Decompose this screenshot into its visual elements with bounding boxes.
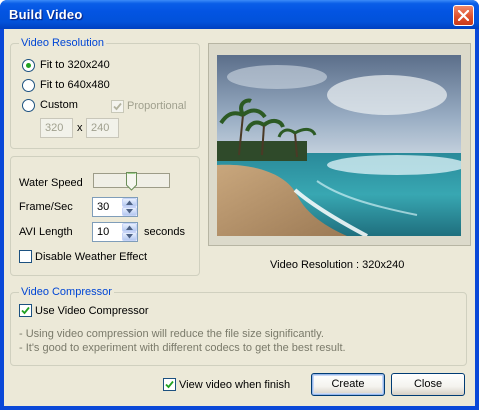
frame-sec-value: 30 xyxy=(97,201,110,213)
avi-length-unit: seconds xyxy=(144,226,185,238)
radio-fit-320-label[interactable]: Fit to 320x240 xyxy=(40,59,110,72)
use-compressor-checkbox[interactable] xyxy=(19,304,32,317)
use-compressor-label[interactable]: Use Video Compressor xyxy=(35,305,149,318)
frame-sec-down-button[interactable] xyxy=(122,207,137,216)
preview-image xyxy=(217,55,461,236)
view-when-finish-label[interactable]: View video when finish xyxy=(179,379,290,392)
radio-custom[interactable] xyxy=(22,99,35,112)
dimension-separator: x xyxy=(77,122,83,134)
video-settings-group: Water Speed Frame/Sec 30 AVI Length 10 s… xyxy=(10,156,200,276)
arrow-down-icon xyxy=(126,234,133,239)
avi-length-up-button[interactable] xyxy=(122,223,137,232)
frame-sec-label: Frame/Sec xyxy=(19,201,73,213)
checkmark-icon xyxy=(165,380,174,389)
video-compressor-title: Video Compressor xyxy=(19,286,114,299)
video-compressor-group: Video Compressor Use Video Compressor - … xyxy=(10,286,467,366)
disable-weather-label[interactable]: Disable Weather Effect xyxy=(35,251,147,264)
avi-length-value: 10 xyxy=(97,226,110,238)
compressor-help-line-2: - It's good to experiment with different… xyxy=(19,342,346,354)
checkmark-icon xyxy=(113,102,122,111)
frame-sec-spinner[interactable] xyxy=(122,198,137,216)
build-video-window: Build Video Video Resolution Fit to 320x… xyxy=(0,0,479,410)
beach-preview-image xyxy=(217,55,461,236)
preview-resolution-caption: Video Resolution : 320x240 xyxy=(270,259,405,271)
arrow-up-icon xyxy=(126,200,133,205)
frame-sec-up-button[interactable] xyxy=(122,198,137,207)
window-title: Build Video xyxy=(9,7,83,22)
dialog-client-area: Video Resolution Fit to 320x240 Fit to 6… xyxy=(4,29,475,406)
radio-fit-640-label[interactable]: Fit to 640x480 xyxy=(40,79,110,92)
custom-width-input[interactable]: 320 xyxy=(40,118,73,138)
disable-weather-checkbox[interactable] xyxy=(19,250,32,263)
close-button[interactable]: Close xyxy=(391,373,465,396)
arrow-down-icon xyxy=(126,209,133,214)
title-bar[interactable]: Build Video xyxy=(0,0,479,29)
water-speed-label: Water Speed xyxy=(19,177,83,189)
proportional-checkbox[interactable] xyxy=(111,100,124,113)
close-icon xyxy=(458,10,469,21)
view-when-finish-checkbox[interactable] xyxy=(163,378,176,391)
radio-custom-label[interactable]: Custom xyxy=(40,99,78,112)
create-button[interactable]: Create xyxy=(311,373,385,396)
proportional-label: Proportional xyxy=(127,100,187,112)
video-resolution-group: Video Resolution Fit to 320x240 Fit to 6… xyxy=(10,37,200,149)
radio-fit-640[interactable] xyxy=(22,79,35,92)
avi-length-spinner[interactable] xyxy=(122,223,137,241)
checkmark-icon xyxy=(21,306,30,315)
arrow-up-icon xyxy=(126,225,133,230)
water-speed-slider[interactable] xyxy=(93,172,170,191)
avi-length-label: AVI Length xyxy=(19,226,73,238)
video-resolution-title: Video Resolution xyxy=(19,37,106,50)
water-speed-slider-thumb[interactable] xyxy=(126,172,137,191)
compressor-help-line-1: - Using video compression will reduce th… xyxy=(19,328,324,340)
avi-length-down-button[interactable] xyxy=(122,232,137,241)
avi-length-input[interactable]: 10 xyxy=(92,222,138,242)
frame-sec-input[interactable]: 30 xyxy=(92,197,138,217)
window-close-button[interactable] xyxy=(453,5,474,26)
slider-thumb-icon xyxy=(126,172,137,191)
preview-frame xyxy=(208,43,471,246)
custom-height-input[interactable]: 240 xyxy=(86,118,119,138)
radio-fit-320[interactable] xyxy=(22,59,35,72)
